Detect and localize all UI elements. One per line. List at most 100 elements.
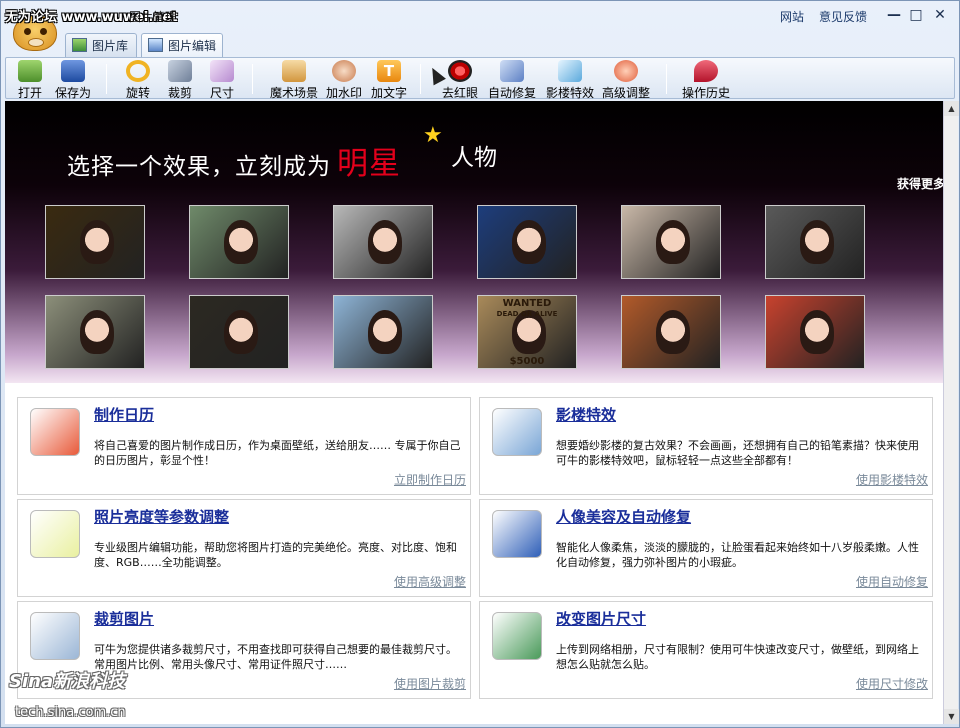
thumb-billboard[interactable] [45,295,145,369]
feature-card-link[interactable]: 使用自动修复 [856,573,928,590]
rotate-icon [126,60,150,82]
crop-label: 裁剪 [167,86,192,100]
studio-effect-icon [558,60,582,82]
effects-banner: 选择一个效果，立刻成为 明星 ★ 人物 获得更多 WANTED DEAD OR AL… [5,101,943,383]
feature-card-title[interactable]: 影楼特效 [556,404,616,425]
portrait-face [656,310,690,354]
feature-card-title[interactable]: 人像美容及自动修复 [556,506,691,527]
feature-card-title[interactable]: 裁剪图片 [94,608,154,629]
app-window: 无为论坛 www.wuwei.net 图片管理 网站 意见反馈 — □ ✕ 图片… [0,0,960,728]
history-icon [694,60,718,82]
crop-window-icon [30,612,80,660]
auto-fix-icon [500,60,524,82]
feature-card-link[interactable]: 使用图片裁剪 [394,675,466,692]
feature-card: 改变图片尺寸 上传到网络相册，尺寸有限制？使用可牛快速改变尺寸，做壁纸，到网络上想… [479,601,933,699]
scroll-down-icon[interactable]: ▼ [944,709,959,724]
photo-library-icon [72,38,87,52]
thumb-news[interactable] [477,205,577,279]
folder-open-icon [18,60,42,82]
magic-scene-label: 魔术场景 [269,86,318,100]
auto-fix-label: 自动修复 [487,86,536,100]
portrait-face [80,220,114,264]
magic-scene-button[interactable]: 魔术场景 [266,60,322,100]
maximize-button[interactable]: □ [905,5,927,25]
portrait-face [368,310,402,354]
watermark-button[interactable]: 加水印 [322,60,366,100]
advanced-adjust-icon [614,60,638,82]
headline-part-a: 选择一个效果，立刻成为 [67,154,331,180]
watermark-icon [332,60,356,82]
title-bar: 无为论坛 www.wuwei.net 图片管理 网站 意见反馈 — □ ✕ [1,1,959,51]
resize-image-icon [492,612,542,660]
save-as-label: 保存为 [54,86,91,100]
tab-photo-library[interactable]: 图片库 [65,33,137,57]
scissors-icon [168,60,192,82]
thumb-city[interactable] [765,295,865,369]
feature-card-desc: 可牛为您提供诸多裁剪尺寸，不用查找即可获得自己想要的最佳裁剪尺寸。常用图片比例、… [94,643,457,671]
thumb-building[interactable] [189,205,289,279]
portrait-face [512,220,546,264]
website-link[interactable]: 网站 [780,8,804,25]
feature-card-title[interactable]: 改变图片尺寸 [556,608,646,629]
banner-headline: 选择一个效果，立刻成为 明星 [67,138,407,183]
feature-card-desc: 将自己喜爱的图片制作成日历，作为桌面壁纸，送给朋友…… 专属于你自己的日历图片，… [94,439,461,467]
close-button[interactable]: ✕ [929,5,951,25]
person-tools-icon [492,510,542,558]
crop-button[interactable]: 裁剪 [164,60,196,100]
auto-fix-button[interactable]: 自动修复 [486,60,538,100]
feature-card: 制作日历将自己喜爱的图片制作成日历，作为桌面壁纸，送给朋友…… 专属于你自己的日… [17,397,471,495]
feature-card: 照片亮度等参数调整 专业级图片编辑功能，帮助您将图片打造的完美绝伦。亮度、对比度、… [17,499,471,597]
open-button[interactable]: 打开 [14,60,46,100]
portrait-face [800,310,834,354]
vertical-scrollbar[interactable]: ▲ ▼ [943,101,959,724]
thumb-bw-frame[interactable] [765,205,865,279]
save-as-button[interactable]: 保存为 [52,60,94,100]
studio-effect-button[interactable]: 影楼特效 [542,60,598,100]
get-more-link[interactable]: 获得更多 [897,175,943,192]
light-bulb-icon [30,510,80,558]
size-button[interactable]: 尺寸 [206,60,238,100]
toolbar-divider [420,64,421,94]
open-label: 打开 [17,86,42,100]
portrait-face [800,220,834,264]
portrait-face [224,310,258,354]
feature-card-desc: 想要婚纱影楼的复古效果？不会画画，还想拥有自己的铅笔素描？快来使用可牛的影楼特效… [556,439,919,467]
feedback-link[interactable]: 意见反馈 [819,8,867,25]
size-label: 尺寸 [209,86,234,100]
rotate-button[interactable]: 旋转 [122,60,154,100]
star-icon: ★ [423,123,443,148]
add-text-label: 加文字 [370,86,407,100]
thumb-wall[interactable] [333,295,433,369]
tab-photo-library-label: 图片库 [92,39,129,53]
history-button[interactable]: 操作历史 [678,60,734,100]
thumb-wanted[interactable]: WANTED DEAD OR ALIVE $5000 [477,295,577,369]
thumb-street[interactable] [621,295,721,369]
thumb-sketch[interactable] [333,205,433,279]
thumb-tv[interactable] [189,295,289,369]
feature-card-title[interactable]: 制作日历 [94,404,154,425]
add-text-button[interactable]: T 加文字 [368,60,410,100]
feature-card: 影楼特效想要婚纱影楼的复古效果？不会画画，还想拥有自己的铅笔素描？快来使用可牛的… [479,397,933,495]
floppy-disk-icon [61,60,85,82]
minimize-button[interactable]: — [883,5,905,25]
sina-url-watermark: tech.sina.com.cn [15,705,126,720]
headline-star-word: 明星 [337,146,401,182]
feature-card: 人像美容及自动修复 智能化人像柔焦，淡淡的朦胧的，让脸蛋看起来始终如十八岁般柔嫩。… [479,499,933,597]
red-eye-icon [448,60,472,82]
photo-frame-icon [492,408,542,456]
watermark-label: 加水印 [325,86,362,100]
calendar-icon [30,408,80,456]
feature-card-link[interactable]: 使用尺寸修改 [856,675,928,692]
scroll-up-icon[interactable]: ▲ [944,101,959,116]
advanced-adjust-label: 高级调整 [601,86,650,100]
thumb-olympic[interactable] [45,205,145,279]
ruler-icon [210,60,234,82]
history-label: 操作历史 [681,86,730,100]
feature-card-link[interactable]: 使用影楼特效 [856,471,928,488]
tab-photo-edit[interactable]: 图片编辑 [141,33,223,58]
advanced-adjust-button[interactable]: 高级调整 [598,60,654,100]
feature-card-link[interactable]: 使用高级调整 [394,573,466,590]
thumb-star-selfie[interactable] [621,205,721,279]
feature-card-title[interactable]: 照片亮度等参数调整 [94,506,229,527]
feature-card-link[interactable]: 立即制作日历 [394,471,466,488]
